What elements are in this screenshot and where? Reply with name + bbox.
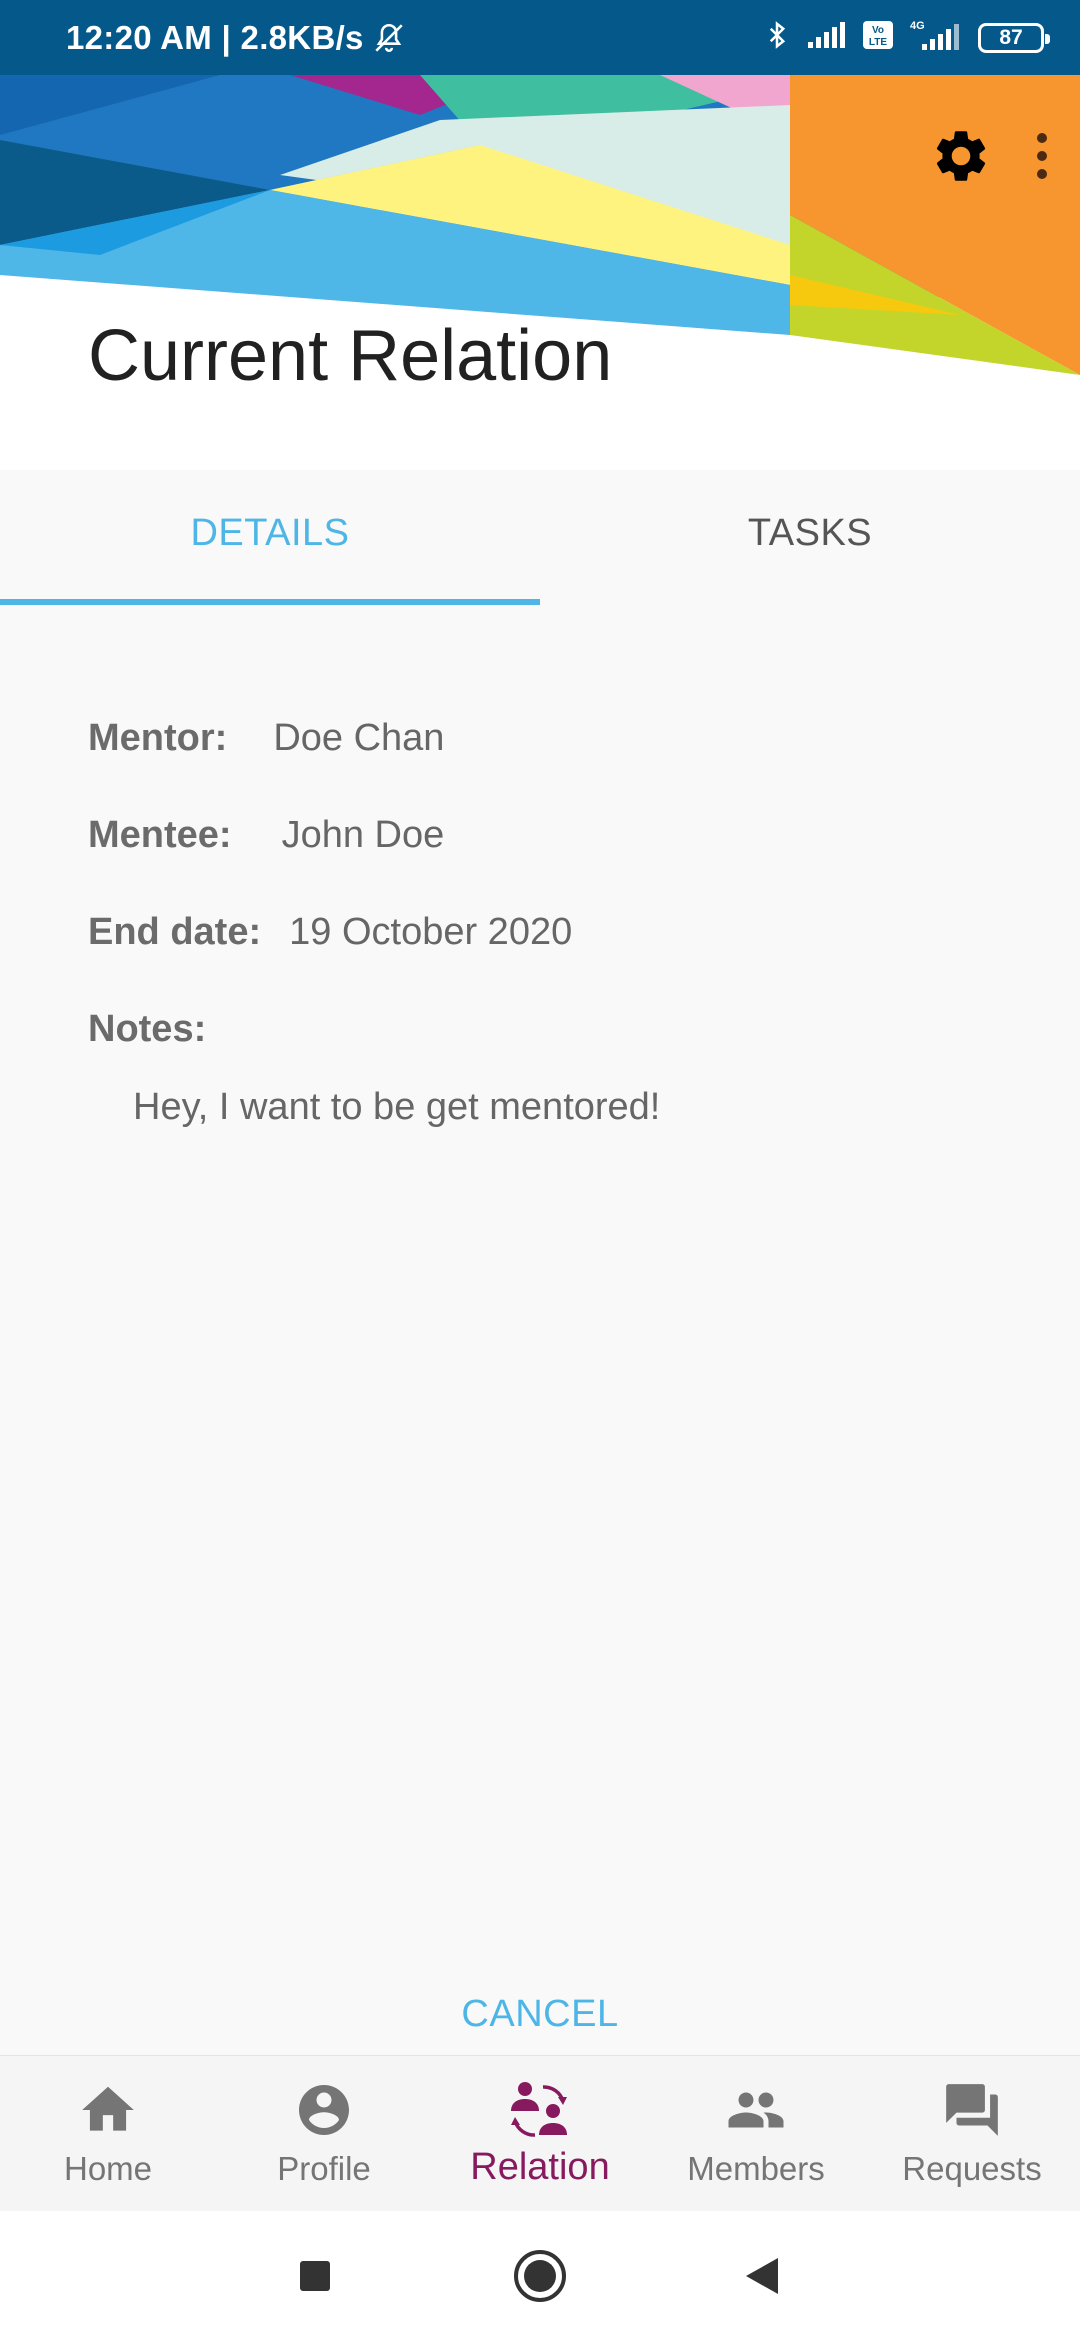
header: Current Relation bbox=[0, 75, 1080, 470]
mentor-row: Mentor: Doe Chan bbox=[88, 690, 1008, 787]
page-title: Current Relation bbox=[88, 316, 613, 396]
mentee-value: John Doe bbox=[281, 814, 445, 856]
tab-tasks-label: TASKS bbox=[747, 512, 873, 554]
header-actions bbox=[930, 125, 1052, 187]
4g-signal-icon: 4G bbox=[908, 18, 964, 57]
tab-indicator bbox=[0, 599, 540, 605]
status-right: Vo LTE 4G 87 bbox=[762, 0, 1050, 75]
mentee-label: Mentee: bbox=[88, 814, 232, 856]
nav-label-profile: Profile bbox=[277, 2150, 371, 2187]
home-circle-icon[interactable] bbox=[513, 2211, 567, 2340]
nav-item-members[interactable]: Members bbox=[648, 2056, 864, 2211]
settings-icon[interactable] bbox=[930, 125, 992, 187]
end-date-row: End date: 19 October 2020 bbox=[88, 884, 1008, 981]
bluetooth-icon bbox=[762, 18, 792, 57]
svg-text:LTE: LTE bbox=[869, 37, 887, 48]
nav-label-requests: Requests bbox=[902, 2150, 1042, 2187]
nav-item-profile[interactable]: Profile bbox=[216, 2056, 432, 2211]
tab-bar: DETAILS TASKS bbox=[0, 470, 1080, 605]
bottom-nav: Home Profile Relation Members Requests bbox=[0, 2055, 1080, 2211]
status-left: 12:20 AM | 2.8KB/s bbox=[66, 0, 406, 75]
tab-details[interactable]: DETAILS bbox=[0, 470, 540, 605]
end-date-value: 19 October 2020 bbox=[289, 911, 573, 953]
battery-icon: 87 bbox=[978, 22, 1050, 53]
notes-label: Notes: bbox=[88, 1008, 207, 1050]
svg-text:4G: 4G bbox=[910, 20, 925, 32]
nav-item-requests[interactable]: Requests bbox=[864, 2056, 1080, 2211]
back-icon[interactable] bbox=[742, 2211, 782, 2340]
mentee-row: Mentee: John Doe bbox=[88, 787, 1008, 884]
relation-details: Mentor: Doe Chan Mentee: John Doe End da… bbox=[88, 690, 1008, 1129]
system-nav-bar bbox=[0, 2211, 1080, 2340]
requests-icon bbox=[941, 2078, 1003, 2142]
end-date-label: End date: bbox=[88, 911, 262, 953]
mentor-label: Mentor: bbox=[88, 717, 228, 759]
mentor-value: Doe Chan bbox=[273, 717, 445, 759]
mute-icon bbox=[372, 21, 406, 55]
recents-icon[interactable] bbox=[295, 2211, 335, 2340]
nav-label-relation: Relation bbox=[470, 2146, 610, 2188]
home-icon bbox=[77, 2078, 139, 2142]
notes-value: Hey, I want to be get mentored! bbox=[133, 1086, 661, 1128]
status-time-speed: 12:20 AM | 2.8KB/s bbox=[66, 18, 364, 56]
nav-item-home[interactable]: Home bbox=[0, 2056, 216, 2211]
svg-text:Vo: Vo bbox=[872, 25, 884, 36]
members-icon bbox=[724, 2078, 788, 2142]
battery-level: 87 bbox=[999, 25, 1023, 49]
nav-label-home: Home bbox=[63, 2150, 153, 2187]
profile-icon bbox=[294, 2078, 354, 2142]
tab-tasks[interactable]: TASKS bbox=[540, 470, 1080, 605]
volte-icon: Vo LTE bbox=[862, 20, 894, 55]
tab-details-label: DETAILS bbox=[190, 512, 350, 554]
signal-icon bbox=[806, 20, 848, 55]
relation-icon bbox=[507, 2078, 573, 2142]
more-vert-icon[interactable] bbox=[1032, 130, 1052, 182]
notes-row: Notes: bbox=[88, 981, 1008, 1078]
cancel-button[interactable]: CANCEL bbox=[0, 1993, 1080, 2036]
nav-label-members: Members bbox=[687, 2150, 825, 2187]
nav-item-relation[interactable]: Relation bbox=[432, 2056, 648, 2211]
status-bar: 12:20 AM | 2.8KB/s Vo LTE 4G 87 bbox=[0, 0, 1080, 75]
